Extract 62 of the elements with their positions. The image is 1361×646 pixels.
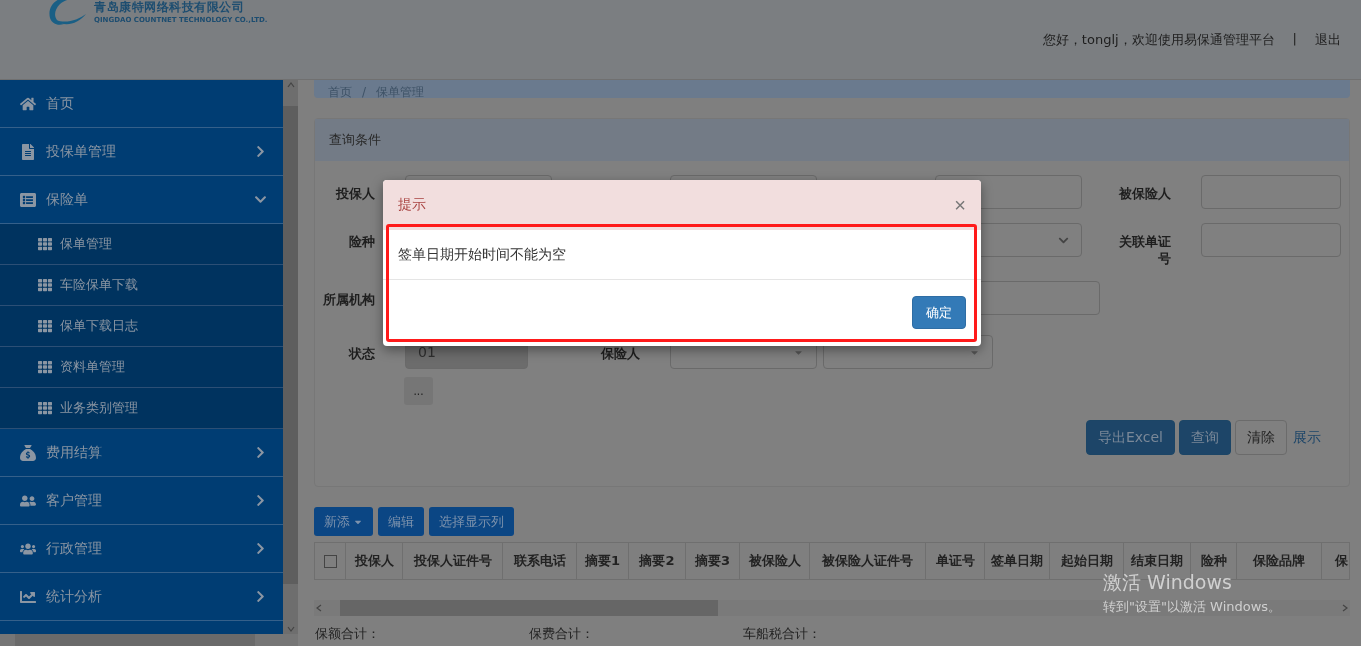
submenu-item[interactable]: 保单下载日志	[0, 306, 283, 347]
submenu-item[interactable]: 车险保单下载	[0, 265, 283, 306]
panel-title: 查询条件	[315, 119, 1349, 161]
grid-icon	[38, 278, 52, 292]
column-header[interactable]: 摘要1	[577, 543, 629, 579]
field-label: 所属机构	[322, 291, 375, 308]
column-header[interactable]: 联系电话	[503, 543, 577, 579]
column-header[interactable]: 摘要3	[686, 543, 740, 579]
field-label: 关联单证号	[1118, 233, 1171, 267]
separator-text: |	[1292, 31, 1297, 48]
field-label: 保险人	[599, 345, 640, 362]
chart-icon	[20, 588, 36, 605]
activation-text: 转到"设置"以激活 Windows。	[1103, 598, 1282, 616]
field-label: 险种	[348, 233, 375, 250]
logout-link[interactable]: 退出	[1315, 31, 1341, 49]
submenu-item[interactable]: 业务类别管理	[0, 388, 283, 429]
money-bag-icon	[20, 444, 36, 461]
scrollbar[interactable]	[283, 80, 298, 634]
list-icon	[20, 191, 36, 208]
column-header[interactable]: 单证号	[926, 543, 985, 579]
total-label: 车船税合计：	[743, 625, 821, 643]
total-label: 保费合计：	[529, 625, 595, 643]
toolbar-button[interactable]: 新添	[314, 507, 373, 536]
close-button[interactable]: ×	[954, 195, 966, 215]
submenu-item[interactable]: 资料单管理	[0, 347, 283, 388]
column-header[interactable]: 保险品牌	[1237, 543, 1322, 579]
ok-button[interactable]: 确定	[912, 296, 966, 329]
home-icon	[20, 95, 36, 112]
column-header[interactable]: 保	[1322, 543, 1349, 579]
dialog-message: 签单日期开始时间不能为空	[398, 245, 566, 264]
scrollbar[interactable]	[314, 600, 1350, 616]
field-label: 投保人	[334, 185, 375, 202]
submenu-item[interactable]: 保单管理	[0, 224, 283, 265]
grid-icon	[38, 360, 52, 374]
more-button[interactable]: ...	[404, 377, 433, 405]
sidebar-item[interactable]: 费用结算	[0, 429, 283, 477]
checkbox[interactable]	[323, 554, 337, 568]
breadcrumb-separator: /	[362, 86, 367, 98]
grid-icon	[38, 237, 52, 251]
toolbar-button[interactable]: 选择显示列	[429, 507, 514, 536]
document-icon	[20, 143, 36, 160]
greeting-text: 您好，tonglj，欢迎使用易保通管理平台	[1042, 31, 1275, 49]
column-header[interactable]: 被保险人	[740, 543, 810, 579]
toggle-link[interactable]: 展示	[1293, 428, 1321, 447]
toolbar-button[interactable]: 编辑	[378, 507, 424, 536]
grid-icon	[38, 319, 52, 333]
action-button[interactable]: 清除	[1235, 420, 1287, 455]
action-button[interactable]: 导出Excel	[1085, 420, 1175, 455]
grid-icon	[38, 401, 52, 415]
column-header[interactable]: 投保人证件号	[403, 543, 503, 579]
total-label: 保额合计：	[315, 625, 381, 643]
dialog-title: 提示	[398, 196, 426, 214]
column-header[interactable]: 摘要2	[629, 543, 686, 579]
scrollbar[interactable]	[0, 634, 298, 646]
field-label: 被保险人	[1117, 185, 1171, 202]
action-button[interactable]: 查询	[1179, 420, 1231, 455]
field-label: 状态	[347, 345, 375, 362]
column-header[interactable]: 投保人	[346, 543, 403, 579]
sidebar-item[interactable]: 投保单管理	[0, 128, 283, 176]
company-name: 青岛康特网络科技有限公司	[94, 0, 245, 16]
column-header[interactable]: 被保险人证件号	[810, 543, 926, 579]
column-header[interactable]: 签单日期	[985, 543, 1050, 579]
